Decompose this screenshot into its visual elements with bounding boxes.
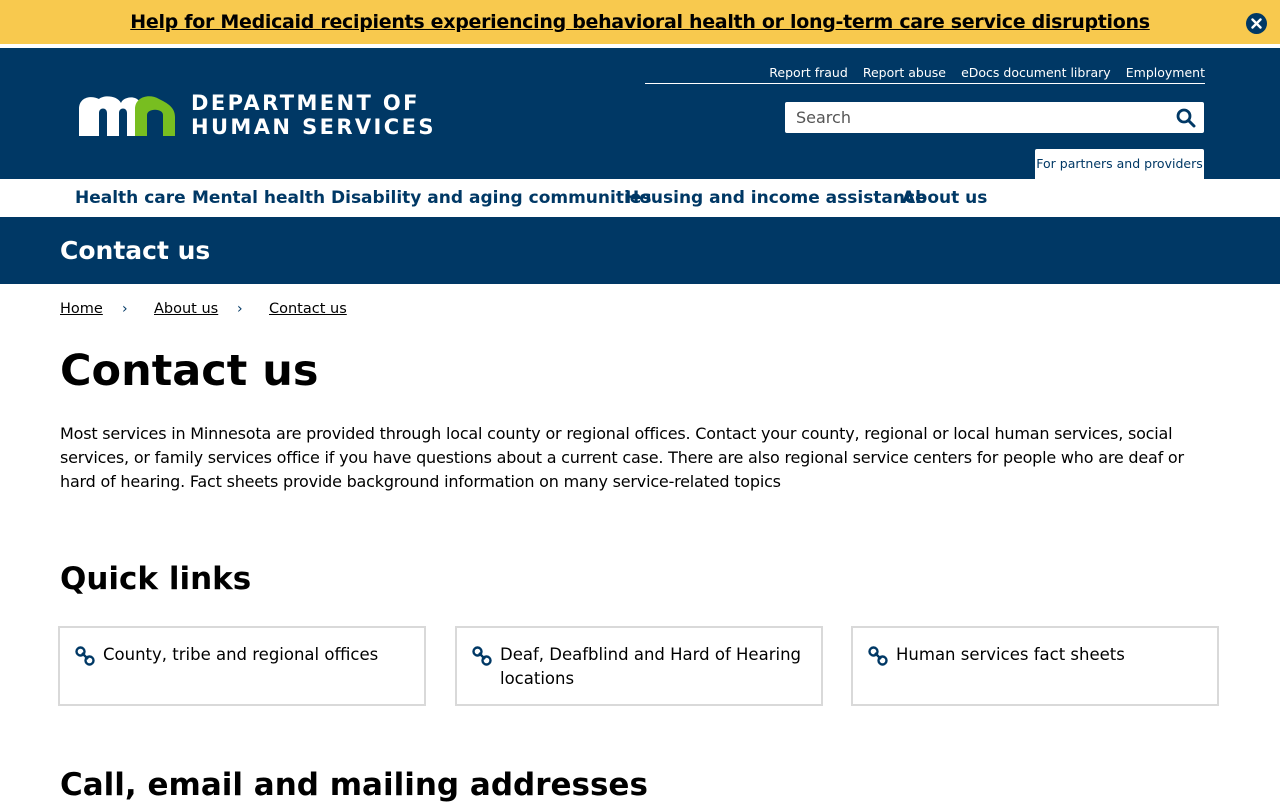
quick-link-label: County, tribe and regional offices <box>103 645 379 664</box>
utility-link-report-abuse[interactable]: Report abuse <box>863 65 946 80</box>
nav-disability-aging[interactable]: Disability and aging communities <box>331 188 651 208</box>
site-header: DEPARTMENT OF HUMAN SERVICES Report frau… <box>0 48 1280 179</box>
chevron-right-icon: › <box>237 301 243 317</box>
link-icon <box>472 646 492 666</box>
close-icon[interactable] <box>1246 13 1267 34</box>
link-icon <box>75 646 95 666</box>
breadcrumb-about-us[interactable]: About us <box>154 301 218 317</box>
utility-nav: Report fraud Report abuse eDocs document… <box>645 62 1205 84</box>
link-icon <box>868 646 888 666</box>
mn-logo-icon <box>79 96 175 136</box>
alert-banner: Help for Medicaid recipients experiencin… <box>0 0 1280 46</box>
logo-line-1: DEPARTMENT OF <box>191 91 420 115</box>
breadcrumb-home[interactable]: Home <box>60 301 103 317</box>
partners-providers-tab[interactable]: For partners and providers <box>1035 149 1204 179</box>
quick-links-heading: Quick links <box>60 561 252 597</box>
logo-line-2: HUMAN SERVICES <box>191 115 436 139</box>
call-email-heading: Call, email and mailing addresses <box>60 767 648 803</box>
logo-text: DEPARTMENT OF HUMAN SERVICES <box>191 91 436 139</box>
quick-link-label: Deaf, Deafblind and Hard of Hearing loca… <box>500 645 801 688</box>
title-band: Contact us <box>0 217 1280 284</box>
intro-paragraph: Most services in Minnesota are provided … <box>60 424 1184 491</box>
alert-link[interactable]: Help for Medicaid recipients experiencin… <box>0 11 1280 33</box>
main-nav: Health care Mental health Disability and… <box>0 179 1280 217</box>
search-input[interactable] <box>785 102 1165 133</box>
nav-housing-income[interactable]: Housing and income assistance <box>625 188 927 208</box>
quick-link-label: Human services fact sheets <box>896 645 1125 664</box>
site-logo[interactable]: DEPARTMENT OF HUMAN SERVICES <box>77 91 436 139</box>
nav-about-us[interactable]: About us <box>902 188 987 208</box>
nav-health-care[interactable]: Health care <box>75 188 186 208</box>
nav-mental-health[interactable]: Mental health <box>192 188 325 208</box>
utility-link-edocs[interactable]: eDocs document library <box>961 65 1111 80</box>
title-band-heading: Contact us <box>60 236 211 265</box>
quick-link-deaf-locations[interactable]: Deaf, Deafblind and Hard of Hearing loca… <box>455 626 823 706</box>
utility-link-report-fraud[interactable]: Report fraud <box>769 65 847 80</box>
page-title: Contact us <box>60 346 319 396</box>
breadcrumb-contact-us[interactable]: Contact us <box>269 301 347 317</box>
utility-link-employment[interactable]: Employment <box>1126 65 1205 80</box>
search-box <box>785 102 1204 133</box>
search-icon[interactable] <box>1176 108 1196 128</box>
quick-link-fact-sheets[interactable]: Human services fact sheets <box>851 626 1219 706</box>
chevron-right-icon: › <box>122 301 128 317</box>
quick-link-county-offices[interactable]: County, tribe and regional offices <box>58 626 426 706</box>
